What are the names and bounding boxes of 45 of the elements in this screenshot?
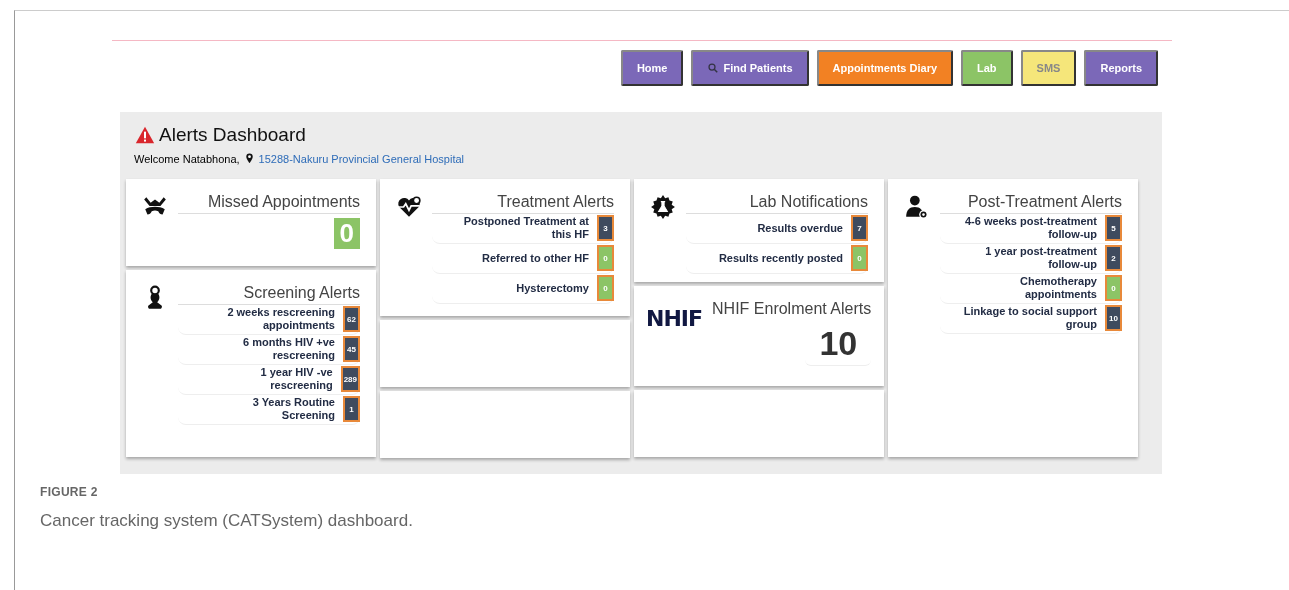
welcome-text: Welcome Natabhona, [134, 152, 240, 165]
facility-link[interactable]: 15288-Nakuru Provincial General Hospital [258, 152, 465, 165]
person-plus-icon [904, 193, 930, 221]
card-title: NHIF Enrolment Alerts [712, 299, 872, 319]
figure-caption: Cancer tracking system (CATSystem) dashboard. [40, 511, 414, 531]
alert-label: 4-6 weeks post-treatment follow-up [963, 215, 1097, 241]
gear-flask-icon [650, 193, 676, 221]
count-badge[interactable]: 3 [597, 215, 614, 241]
count-badge: 0 [333, 218, 360, 249]
alert-label: Postponed Treatment at this HF [462, 215, 589, 241]
alert-label: 2 weeks rescreening appointments [226, 306, 335, 332]
card-title: Lab Notifications [686, 189, 868, 214]
alert-label: Referred to other HF [482, 251, 589, 265]
alert-label: 1 year post-treatment follow-up [984, 245, 1097, 271]
count-badge[interactable]: 45 [343, 336, 360, 362]
count-value: 10 [805, 320, 872, 366]
nav-button[interactable]: Find Patients [691, 50, 809, 86]
location-pin-icon [243, 152, 255, 165]
nav-button[interactable]: Reports [1084, 50, 1158, 86]
card-title: Missed Appointments [178, 189, 360, 214]
count-badge[interactable]: 7 [851, 215, 868, 241]
nav-button[interactable]: Home [620, 50, 684, 86]
card-title: Treatment Alerts [432, 189, 614, 214]
alert-label: 1 year HIV -ve rescreening [259, 366, 333, 392]
dashboard-title: Alerts Dashboard [159, 124, 306, 146]
alert-label: Chemotherapy appointments [1018, 275, 1097, 301]
alert-label: 3 Years Routine Screening [251, 396, 335, 422]
alert-label: Linkage to social support group [962, 305, 1097, 331]
alert-label: Results recently posted [718, 251, 843, 265]
alert-label: 6 months HIV +ve rescreening [242, 336, 335, 362]
count-badge[interactable]: 5 [1105, 215, 1122, 241]
figure-label: FIGURE 2 [40, 485, 99, 499]
logo-text: NHIF [646, 306, 703, 332]
count-badge[interactable]: 289 [340, 366, 360, 392]
alert-label: Results overdue [757, 221, 843, 235]
count-badge[interactable]: 10 [1105, 305, 1122, 331]
nav-button[interactable]: Appointments Diary [816, 50, 954, 86]
warning-icon [134, 125, 156, 145]
nav-button[interactable]: SMS [1020, 50, 1077, 86]
alert-label: Hysterectomy [516, 281, 589, 295]
card-title: Post-Treatment Alerts [940, 189, 1122, 214]
count-badge[interactable]: 2 [1105, 245, 1122, 271]
card-title: Screening Alerts [178, 280, 360, 305]
count-badge[interactable]: 1 [343, 396, 360, 422]
count-badge[interactable]: 62 [343, 306, 360, 332]
